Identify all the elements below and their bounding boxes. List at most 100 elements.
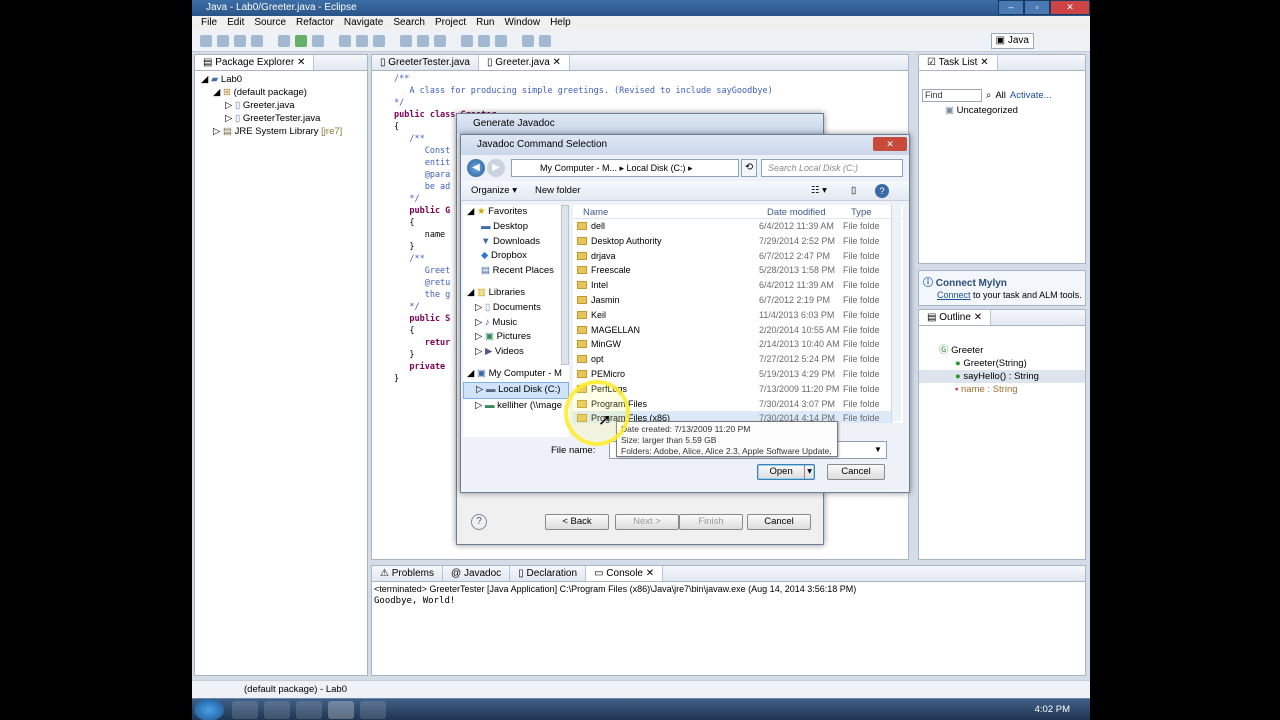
open-task-icon[interactable] (417, 34, 429, 47)
refresh-icon[interactable]: ⟲ (741, 159, 757, 177)
file-list-scrollbar[interactable] (891, 205, 901, 421)
new-java-project-icon[interactable] (339, 34, 351, 47)
file-row[interactable]: Jasmin 6/7/2012 2:19 PM File folde (573, 293, 893, 308)
tree-item-greeter[interactable]: ▷ ▯ Greeter.java (195, 99, 367, 112)
maximize-button[interactable]: ▫ (1024, 0, 1050, 15)
tab-console[interactable]: ▭ Console ✕ (586, 566, 664, 581)
minimize-button[interactable]: – (998, 0, 1024, 15)
nav-my-computer[interactable]: ◢ ▣ My Computer - M (463, 367, 569, 382)
next-button[interactable]: Next > (615, 514, 679, 530)
close-button[interactable]: ✕ (1050, 0, 1090, 15)
nav-favorites[interactable]: ◢ ★ Favorites (463, 205, 569, 220)
task-category-uncategorized[interactable]: ▣ Uncategorized (919, 102, 1085, 116)
menu-search[interactable]: Search (388, 16, 430, 30)
back-arrow-icon[interactable] (522, 34, 534, 47)
nav-dropbox[interactable]: ◆ Dropbox (463, 249, 569, 264)
search-input[interactable]: Search Local Disk (C:) (761, 159, 903, 177)
file-row[interactable]: drjava 6/7/2012 2:47 PM File folde (573, 249, 893, 264)
help-circle-icon[interactable]: ? (875, 184, 889, 198)
external-tools-icon[interactable] (312, 34, 324, 47)
firefox-icon[interactable] (232, 701, 258, 719)
tab-task-list[interactable]: ☑ Task List ✕ (919, 55, 998, 70)
tree-item-project[interactable]: ◢ ▰ Lab0 (195, 73, 367, 86)
tab-package-explorer[interactable]: ▤ Package Explorer ✕ (195, 55, 315, 70)
organize-button[interactable]: Organize ▾ (471, 181, 517, 201)
tab-outline[interactable]: ▤ Outline ✕ (919, 310, 992, 325)
file-row[interactable]: Freescale 5/28/2013 1:58 PM File folde (573, 263, 893, 278)
nav-pane-scrollbar[interactable] (561, 205, 569, 365)
nav-libraries[interactable]: ◢ ▥ Libraries (463, 286, 569, 301)
menu-navigate[interactable]: Navigate (339, 16, 388, 30)
column-date-modified[interactable]: Date modified (767, 207, 826, 218)
forward-arrow-icon[interactable] (539, 34, 551, 47)
nav-documents[interactable]: ▷ ▯ Documents (463, 301, 569, 316)
explorer-icon[interactable] (264, 701, 290, 719)
task-find-search-icon[interactable]: ⌕ (986, 90, 991, 101)
back-button[interactable]: < Back (545, 514, 609, 530)
new-icon[interactable] (200, 34, 212, 47)
annotation-next-icon[interactable] (478, 34, 490, 47)
file-row[interactable]: Intel 6/4/2012 11:39 AM File folde (573, 278, 893, 293)
help-icon[interactable]: ? (471, 514, 487, 530)
tab-javadoc[interactable]: @ Javadoc (443, 566, 511, 581)
save-icon[interactable] (217, 34, 229, 47)
menu-window[interactable]: Window (499, 16, 545, 30)
outline-item-sayhello[interactable]: ● sayHello() : String (919, 370, 1085, 383)
search-icon[interactable] (434, 34, 446, 47)
file-dialog-close-button[interactable]: ✕ (873, 137, 907, 151)
task-activate-link[interactable]: Activate... (1010, 90, 1052, 101)
nav-videos[interactable]: ▷ ▶ Videos (463, 345, 569, 360)
file-row[interactable]: MAGELLAN 2/20/2014 10:55 AM File folde (573, 323, 893, 338)
file-row[interactable]: MinGW 2/14/2013 10:40 AM File folde (573, 337, 893, 352)
nav-desktop[interactable]: ▬ Desktop (463, 220, 569, 235)
outline-item-constructor[interactable]: ● Greeter(String) (919, 357, 1085, 370)
wizard-cancel-button[interactable]: Cancel (747, 514, 811, 530)
column-name[interactable]: Name (583, 207, 608, 218)
tab-declaration[interactable]: ▯ Declaration (510, 566, 587, 581)
preview-pane-icon[interactable]: ▯ (851, 181, 856, 201)
annotation-prev-icon[interactable] (495, 34, 507, 47)
menu-source[interactable]: Source (249, 16, 291, 30)
save-all-icon[interactable] (234, 34, 246, 47)
breadcrumb-local-disk[interactable]: Local Disk (C:) (627, 163, 686, 173)
file-row[interactable]: opt 7/27/2012 5:24 PM File folde (573, 352, 893, 367)
file-row[interactable]: dell 6/4/2012 11:39 AM File folde (573, 219, 893, 234)
nav-downloads[interactable]: ▼ Downloads (463, 235, 569, 250)
task-find-input[interactable]: Find (922, 89, 982, 102)
new-package-icon[interactable] (356, 34, 368, 47)
new-folder-button[interactable]: New folder (535, 181, 580, 201)
app-icon[interactable] (360, 701, 386, 719)
menu-file[interactable]: File (196, 16, 222, 30)
file-row[interactable]: PEMicro 5/19/2013 4:29 PM File folde (573, 367, 893, 382)
media-icon[interactable] (296, 701, 322, 719)
breadcrumb-computer[interactable]: My Computer - M... (540, 163, 617, 173)
debug-icon[interactable] (278, 34, 290, 47)
file-cancel-button[interactable]: Cancel (827, 464, 885, 480)
open-button[interactable]: Open ▾ (757, 464, 815, 480)
tree-item-package[interactable]: ◢ ⊞ (default package) (195, 86, 367, 99)
menu-project[interactable]: Project (430, 16, 471, 30)
forward-nav-icon[interactable]: ▶ (487, 159, 505, 177)
menu-refactor[interactable]: Refactor (291, 16, 339, 30)
java-perspective-button[interactable]: ▣ Java (990, 33, 1034, 49)
toggle-mark-icon[interactable] (461, 34, 473, 47)
print-icon[interactable] (251, 34, 263, 47)
outline-item-class[interactable]: Ⓖ Greeter (919, 344, 1085, 357)
views-icon[interactable]: ☷ ▾ (811, 181, 827, 201)
new-class-icon[interactable] (373, 34, 385, 47)
address-breadcrumb[interactable]: My Computer - M... ▸ Local Disk (C:) ▸ (511, 159, 739, 177)
menu-run[interactable]: Run (471, 16, 499, 30)
tab-problems[interactable]: ⚠ Problems (372, 566, 443, 581)
nav-pictures[interactable]: ▷ ▣ Pictures (463, 330, 569, 345)
column-type[interactable]: Type (851, 207, 872, 218)
finish-button[interactable]: Finish (679, 514, 743, 530)
back-nav-icon[interactable]: ◀ (467, 159, 485, 177)
eclipse-taskbar-icon[interactable] (328, 701, 354, 719)
open-dropdown-icon[interactable]: ▾ (804, 465, 814, 479)
start-button[interactable] (194, 699, 224, 720)
file-name-dropdown-icon[interactable]: ▼ (871, 442, 885, 458)
nav-local-disk[interactable]: ▷ ▬ Local Disk (C:) (463, 381, 569, 399)
nav-music[interactable]: ▷ ♪ Music (463, 316, 569, 331)
run-icon[interactable] (295, 34, 307, 47)
menu-edit[interactable]: Edit (222, 16, 249, 30)
